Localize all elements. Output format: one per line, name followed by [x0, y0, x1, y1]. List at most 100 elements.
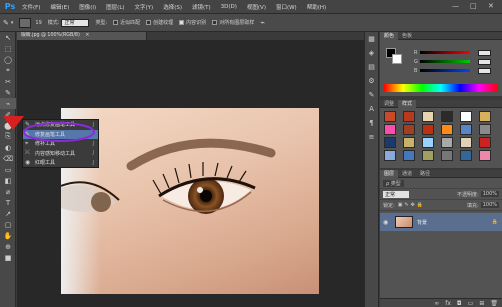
style-swatch[interactable] — [441, 124, 453, 135]
style-swatch[interactable] — [384, 137, 396, 148]
menu-select[interactable]: 选择(S) — [163, 3, 182, 11]
color-slider-track[interactable] — [420, 60, 470, 63]
menu-type[interactable]: 文字(Y) — [135, 3, 154, 11]
brush-size-picker[interactable] — [19, 17, 32, 28]
menu-edit[interactable]: 编辑(E) — [50, 3, 69, 11]
style-swatch[interactable] — [422, 111, 434, 122]
tool-1-icon[interactable]: ⬚ — [0, 43, 16, 54]
blend-mode-select[interactable]: 正常 — [383, 190, 410, 198]
style-swatch[interactable] — [422, 150, 434, 161]
menu-image[interactable]: 图像(I) — [79, 3, 96, 11]
dock-panel-icon[interactable]: A — [365, 102, 378, 116]
tab-adjustments[interactable]: 调整 — [380, 100, 398, 108]
opacity-field[interactable]: 100% — [480, 191, 499, 197]
style-swatch[interactable] — [460, 111, 472, 122]
dock-panel-icon[interactable]: ✎ — [365, 88, 378, 102]
menu-filter[interactable]: 滤镜(T) — [192, 3, 211, 11]
tool-13-icon[interactable]: ◧ — [0, 175, 16, 186]
menu-file[interactable]: 文件(F) — [22, 3, 40, 11]
tab-layers[interactable]: 图层 — [380, 169, 399, 178]
folder-icon[interactable]: ▭ — [468, 300, 474, 307]
tab-color[interactable]: 颜色 — [380, 31, 399, 40]
dock-panel-icon[interactable]: ▤ — [365, 60, 378, 74]
style-swatch[interactable] — [422, 137, 434, 148]
tool-19-icon[interactable]: ⊕ — [0, 241, 16, 252]
style-swatch[interactable] — [441, 150, 453, 161]
mode-select[interactable]: 正常 — [61, 18, 90, 27]
style-swatch[interactable] — [479, 124, 491, 135]
tab-swatches[interactable]: 色板 — [398, 32, 416, 40]
color-value-field[interactable] — [478, 49, 491, 56]
style-swatch[interactable] — [441, 137, 453, 148]
close-button[interactable]: ✕ — [488, 2, 494, 10]
link-icon[interactable]: ∞ — [434, 300, 439, 307]
fx-icon[interactable]: fx — [445, 300, 451, 307]
fill-field[interactable]: 100% — [480, 202, 499, 208]
tool-5-icon[interactable]: ✎ — [0, 87, 16, 98]
color-slider-track[interactable] — [420, 51, 470, 54]
tool-11-icon[interactable]: ⌫ — [0, 153, 16, 164]
eye-visibility-icon[interactable]: ◉ — [383, 219, 391, 226]
tool-4-icon[interactable]: ✂ — [0, 76, 16, 87]
tool-18-icon[interactable]: ✋ — [0, 230, 16, 241]
layer-kind-filter[interactable]: ρ 类型 — [383, 179, 404, 187]
menu-view[interactable]: 视图(V) — [247, 3, 266, 11]
style-swatch[interactable] — [479, 137, 491, 148]
dock-panel-icon[interactable]: ⚙ — [365, 74, 378, 88]
menu-3d[interactable]: 3D(D) — [221, 4, 237, 10]
tab-styles[interactable]: 样式 — [398, 99, 417, 108]
menu-layer[interactable]: 图层(L) — [106, 3, 124, 11]
dock-panel-icon[interactable]: ▦ — [365, 32, 378, 46]
menu-window[interactable]: 窗口(W) — [276, 3, 297, 11]
color-spectrum-bar[interactable] — [384, 84, 498, 92]
style-swatch[interactable] — [460, 137, 472, 148]
sample-all-layers-checkbox[interactable]: 对所有图层取样 — [212, 19, 254, 26]
lock-icons[interactable]: ▣✎✥🔒 — [398, 202, 425, 208]
tool-17-icon[interactable]: ▢ — [0, 219, 16, 230]
tab-paths[interactable]: 路径 — [416, 170, 434, 178]
pressure-icon[interactable]: ⌁ — [260, 18, 265, 27]
style-swatch[interactable] — [479, 111, 491, 122]
tool-15-icon[interactable]: T — [0, 197, 16, 208]
menu-help[interactable]: 帮助(H) — [307, 3, 326, 11]
color-value-field[interactable] — [478, 58, 491, 65]
tab-channels[interactable]: 通道 — [398, 170, 416, 178]
flyout-item[interactable]: ◉ 红眼工具 J — [23, 158, 98, 168]
dock-panel-icon[interactable]: ≡ — [365, 130, 378, 144]
type-proximity-radio[interactable]: 近似匹配 — [113, 19, 140, 26]
tool-12-icon[interactable]: ▭ — [0, 164, 16, 175]
tool-16-icon[interactable]: ↗ — [0, 208, 16, 219]
type-texture-radio[interactable]: 创建纹理 — [146, 19, 173, 26]
dock-panel-icon[interactable]: ◈ — [365, 46, 378, 60]
layer-row-background[interactable]: ◉ 背景 🔒 — [380, 213, 502, 231]
tool-14-icon[interactable]: ⌀ — [0, 186, 16, 197]
style-swatch[interactable] — [479, 150, 491, 161]
dock-panel-icon[interactable]: ¶ — [365, 116, 378, 130]
style-swatch[interactable] — [403, 150, 415, 161]
mask-icon[interactable]: ◘ — [457, 300, 462, 307]
tool-0-icon[interactable]: ↖ — [0, 32, 16, 43]
trash-icon[interactable]: 🗑 — [490, 300, 498, 307]
style-swatch[interactable] — [460, 150, 472, 161]
style-swatch[interactable] — [384, 150, 396, 161]
close-tab-icon[interactable]: × — [85, 33, 89, 38]
type-content-aware-radio[interactable]: 内容识别 — [179, 19, 206, 26]
new-layer-icon[interactable]: ⊞ — [479, 300, 484, 307]
style-swatch[interactable] — [403, 137, 415, 148]
style-swatch[interactable] — [384, 111, 396, 122]
tool-preset-picker[interactable]: ✎ ▾ — [3, 19, 13, 27]
tool-2-icon[interactable]: ◯ — [0, 54, 16, 65]
style-swatch[interactable] — [384, 124, 396, 135]
style-swatch[interactable] — [460, 124, 472, 135]
tool-20-icon[interactable]: ■ — [0, 252, 16, 263]
document-tab[interactable]: 眼睛.jpg @ 100%(RGB/8) × — [17, 32, 147, 40]
background-color-swatch[interactable] — [392, 54, 402, 64]
color-value-field[interactable] — [478, 67, 491, 74]
style-swatch[interactable] — [422, 124, 434, 135]
maximize-button[interactable]: □ — [470, 2, 477, 10]
color-slider-track[interactable] — [420, 69, 470, 72]
style-swatch[interactable] — [441, 111, 453, 122]
minimize-button[interactable]: — — [452, 2, 459, 10]
style-swatch[interactable] — [403, 111, 415, 122]
tool-3-icon[interactable]: ⌖ — [0, 65, 16, 76]
